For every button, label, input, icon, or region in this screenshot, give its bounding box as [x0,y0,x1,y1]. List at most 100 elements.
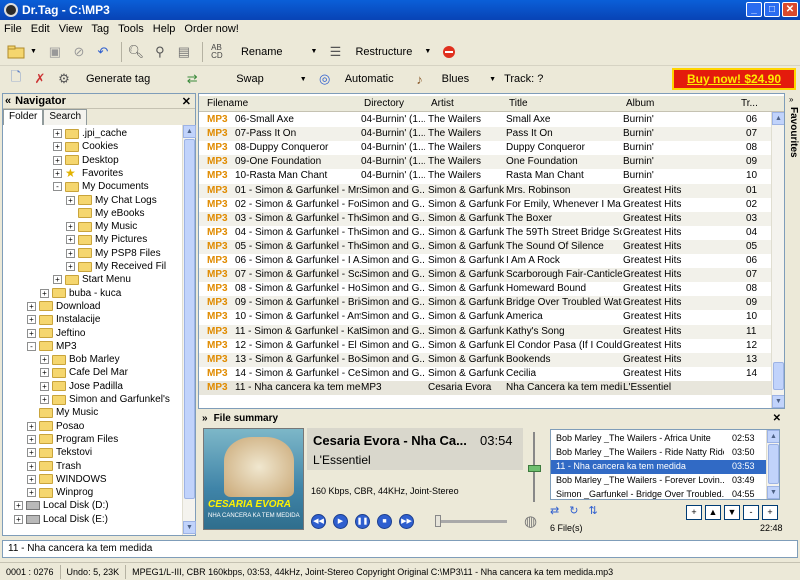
restructure-icon[interactable]: ☰ [325,42,345,62]
genre-icon[interactable]: ♪ [410,69,430,89]
table-row[interactable]: MP3 09 - Simon & Garfunkel - Brid... Simon… [199,296,771,311]
restructure-button[interactable]: Restructure [355,46,412,58]
column-directory[interactable]: Directory [364,98,404,109]
close-icon[interactable]: ✕ [773,413,781,424]
scroll-thumb[interactable] [773,362,784,390]
tree-node[interactable]: + My Received Fil [66,260,166,273]
file-list-scrollbar[interactable]: ▲ ▼ [771,112,784,408]
expand-icon[interactable]: + [40,288,49,298]
expand-icon[interactable]: + [27,448,36,458]
swap-icon[interactable]: ⇄ [182,69,202,89]
automatic-button[interactable]: Automatic [345,73,394,85]
seek-bar[interactable] [435,515,507,527]
loop-icon[interactable]: ↻ [569,504,578,517]
chevron-down-icon[interactable]: ▼ [489,76,496,83]
expand-icon[interactable]: + [53,142,62,152]
table-row[interactable]: MP3 07-Pass It On 04-Burnin' (1... The Wail… [199,127,771,142]
expand-icon[interactable]: + [66,195,75,205]
search-icon[interactable]: 🔍︎ [126,42,146,62]
chevron-down-icon[interactable]: ▼ [311,48,318,55]
shuffle-icon[interactable]: ⇅ [588,504,597,517]
table-row[interactable]: MP310 - Simon & Garfunkel - Ame...Simon … [199,310,771,324]
expand-icon[interactable]: + [27,328,36,338]
stop-sign-icon[interactable] [439,42,459,62]
tree-node[interactable]: + Winprog [27,486,93,499]
table-row[interactable]: MP3 06 - Simon & Garfunkel - I A... Simon … [199,254,771,268]
tree-node[interactable]: - My Documents [53,180,149,193]
menu-edit[interactable]: Edit [31,23,50,35]
collapse-icon[interactable]: - [27,341,36,351]
tree-node[interactable]: + Simon and Garfunkel's [40,393,170,406]
tree-node[interactable]: + Local Disk (E:) [14,513,108,526]
table-row[interactable]: MP3 09-One Foundation 04-Burnin' (1... The … [199,155,771,170]
chevron-down-icon[interactable]: ▼ [300,76,307,83]
favourites-panel[interactable]: » Favourites [786,93,800,536]
menu-file[interactable]: File [4,23,22,35]
tree-node[interactable]: + Jeftino [27,327,85,340]
expand-icon[interactable]: + [40,355,49,365]
table-row[interactable]: MP3 08-Duppy Conqueror 04-Burnin' (1... The… [199,141,771,155]
table-row[interactable]: MP312 - Simon & Garfunkel - El C...Simon… [199,339,771,353]
table-row[interactable]: MP314 - Simon & Garfunkel - CeciliaSimon… [199,367,771,381]
menu-help[interactable]: Help [153,23,176,35]
tree-node[interactable]: + .jpi_cache [53,127,127,140]
table-row[interactable]: MP301 - Simon & Garfunkel - Mrs....Simon… [199,183,771,198]
expand-icon[interactable]: + [66,235,75,245]
column-filename[interactable]: Filename [207,98,248,109]
scroll-down-icon[interactable]: ▼ [772,395,784,408]
stop-icon[interactable]: ■ [377,514,392,529]
expand-icon[interactable]: + [14,501,23,511]
tree-node[interactable]: + My Pictures [66,233,147,246]
expand-icon[interactable]: + [27,474,36,484]
table-row[interactable]: MP3 02 - Simon & Garfunkel - For ... Simon… [199,198,771,212]
expand-icon[interactable]: + [27,434,36,444]
table-row[interactable]: MP308 - Simon & Garfunkel - Hom...Simon … [199,282,771,296]
expand-icon[interactable]: + [40,368,49,378]
tree-node[interactable]: + WINDOWS [27,473,107,486]
column-artist[interactable]: Artist [431,98,454,109]
pause-icon[interactable]: ❚❚ [355,514,370,529]
expand-icon[interactable]: + [27,488,36,498]
tree-node[interactable]: + Cookies [53,140,118,153]
tree-node[interactable]: - MP3 [27,340,77,353]
add-more-button[interactable]: + [762,505,778,520]
tree-node[interactable]: + My Chat Logs [66,194,157,207]
tree-node[interactable]: My eBooks [66,207,144,220]
expand-icon[interactable]: + [66,222,75,232]
forward-icon[interactable]: ▶▶ [399,514,414,529]
tree-node[interactable]: + Local Disk (D:) [14,499,109,512]
collapse-icon[interactable]: - [53,182,62,192]
track-field[interactable]: Track: ? [504,73,543,85]
add-button[interactable]: + [686,505,702,520]
chevron-down-icon[interactable]: ▼ [30,48,37,55]
swap-button[interactable]: Swap [236,73,264,85]
menu-tools[interactable]: Tools [118,23,144,35]
tree-node[interactable]: + My PSP8 Files [66,247,161,260]
buy-now-button[interactable]: Buy now! $24.90 [672,68,796,90]
volume-knob[interactable] [528,465,541,472]
tree-node[interactable]: + Download [27,300,100,313]
playlist-item[interactable]: 11 - Nha cancera ka tem medida 03:53 [551,460,767,474]
seek-knob[interactable] [435,515,441,527]
tree-node[interactable]: + Trash [27,460,81,473]
rename-button[interactable]: Rename [241,46,283,58]
column-title[interactable]: Title [509,98,528,109]
table-row[interactable]: MP3 13 - Simon & Garfunkel - Boo... Simon … [199,352,771,367]
generate-tag-icon[interactable]: ⚙ [54,69,74,89]
tree-node[interactable]: + Program Files [27,433,118,446]
rewind-icon[interactable]: ◀◀ [311,514,326,529]
play-icon[interactable]: ▶ [333,514,348,529]
expand-icon[interactable]: + [27,461,36,471]
column-album[interactable]: Album [626,98,654,109]
volume-slider[interactable] [528,432,541,504]
tab-folder[interactable]: Folder [3,109,44,125]
menu-tag[interactable]: Tag [91,23,109,35]
scroll-thumb[interactable] [768,444,779,484]
expand-icon[interactable]: + [66,262,75,271]
open-folder-icon[interactable] [6,42,26,62]
navigator-scrollbar[interactable]: ▲ ▼ [182,125,196,535]
tree-node[interactable]: + Start Menu [53,273,131,286]
expand-icon[interactable]: + [53,168,62,178]
table-row[interactable]: MP3 10-Rasta Man Chant 04-Burnin' (1... The… [199,169,771,183]
generate-tag-button[interactable]: Generate tag [86,73,150,85]
